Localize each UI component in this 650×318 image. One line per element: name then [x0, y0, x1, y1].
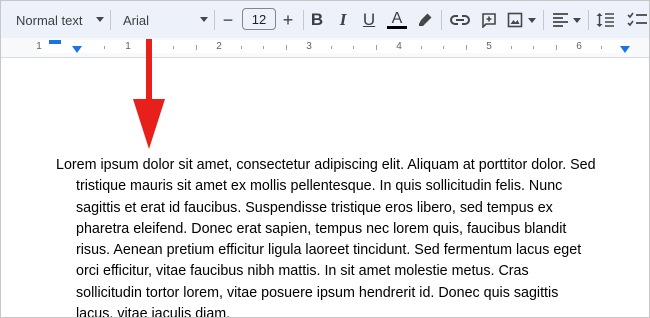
- chevron-down-icon: [96, 17, 104, 22]
- document-page[interactable]: Lorem ipsum dolor sit amet, consectetur …: [1, 58, 649, 318]
- horizontal-ruler: 1 1 2 3 4 5 6: [1, 38, 649, 58]
- chevron-down-icon: [200, 17, 208, 22]
- paragraph-style-value: Normal text: [16, 12, 83, 28]
- ruler-tick: [104, 46, 105, 49]
- ruler-tick: [173, 46, 174, 49]
- toolbar-divider: [303, 10, 304, 30]
- line-spacing-button[interactable]: [593, 7, 617, 33]
- paragraph-line: tristique mauris sit amet ex mollis pell…: [76, 178, 563, 195]
- toolbar-divider: [543, 10, 544, 30]
- paragraph-line: lacus, vitae iaculis diam.: [76, 306, 231, 318]
- insert-link-button[interactable]: [448, 7, 472, 33]
- ruler-tick: [331, 46, 332, 49]
- align-button[interactable]: [550, 7, 584, 33]
- ruler-tick: [241, 46, 242, 49]
- paragraph-line: risus. Aenean pretium efficitur ligula l…: [76, 242, 582, 259]
- docs-window: Normal text Arial − + B I U A: [0, 0, 650, 318]
- plus-icon: +: [282, 9, 294, 30]
- ruler-label: 3: [306, 41, 312, 52]
- toolbar-divider: [110, 10, 111, 30]
- text-color-icon: A: [391, 10, 403, 27]
- left-indent-marker[interactable]: [72, 46, 82, 53]
- ruler-tick: [353, 46, 354, 49]
- paragraph-line: Lorem ipsum dolor sit amet, consectetur …: [56, 157, 596, 173]
- hanging-indent-paragraph[interactable]: Lorem ipsum dolor sit amet, consectetur …: [56, 155, 631, 318]
- ruler-tick: [466, 45, 467, 50]
- right-indent-marker[interactable]: [620, 46, 630, 53]
- ruler-tick: [196, 45, 197, 50]
- ruler-label: 6: [576, 41, 582, 52]
- link-icon: [450, 15, 470, 25]
- formatting-toolbar: Normal text Arial − + B I U A: [1, 1, 649, 38]
- ruler-tick: [443, 46, 444, 49]
- paragraph-style-dropdown[interactable]: Normal text: [16, 7, 104, 33]
- toolbar-divider: [214, 10, 215, 30]
- first-line-indent-marker[interactable]: [49, 40, 61, 44]
- ruler-label: 1: [36, 41, 42, 52]
- ruler-label: 4: [396, 41, 402, 52]
- ruler-tick: [556, 45, 557, 50]
- toolbar-divider: [441, 10, 442, 30]
- insert-image-button[interactable]: [503, 7, 539, 33]
- minus-icon: −: [222, 9, 234, 30]
- italic-icon: I: [339, 10, 347, 29]
- line-spacing-icon: [596, 13, 614, 27]
- increase-font-size-button[interactable]: +: [276, 7, 300, 33]
- add-comment-icon: [482, 13, 496, 28]
- highlighter-icon: [419, 13, 432, 26]
- highlight-color-button[interactable]: [413, 7, 437, 33]
- paragraph-line: pharetra eleifend. Donec erat sapien, te…: [76, 220, 567, 237]
- ruler-tick: [511, 46, 512, 49]
- chevron-down-icon: [527, 17, 536, 23]
- ruler-tick: [601, 46, 602, 49]
- ruler-tick: [376, 45, 377, 50]
- ruler-label: 2: [216, 41, 222, 52]
- font-size-input[interactable]: [242, 8, 276, 30]
- paragraph-line: sollicitudin tortor lorem, vitae posuere…: [76, 284, 559, 301]
- ruler-tick: [263, 46, 264, 49]
- ruler-tick: [286, 45, 287, 50]
- decrease-font-size-button[interactable]: −: [216, 7, 240, 33]
- add-comment-button[interactable]: [477, 7, 501, 33]
- align-icon: [553, 13, 568, 27]
- text-color-button[interactable]: A: [385, 7, 409, 33]
- ruler-label: 5: [486, 41, 492, 52]
- font-family-dropdown[interactable]: Arial: [123, 7, 208, 33]
- italic-button[interactable]: I: [331, 7, 355, 33]
- paragraph-line: sagittis et erat id faucibus. Suspendiss…: [76, 199, 553, 216]
- underline-icon: U: [362, 10, 376, 29]
- font-family-value: Arial: [123, 12, 150, 28]
- checklist-button[interactable]: [625, 7, 649, 33]
- toolbar-divider: [588, 10, 589, 30]
- checklist-icon: [627, 12, 647, 27]
- underline-button[interactable]: U: [357, 7, 381, 33]
- insert-image-icon: [507, 12, 522, 28]
- text-color-bar: [387, 26, 407, 29]
- chevron-down-icon: [573, 17, 581, 23]
- bold-icon: B: [310, 10, 324, 29]
- annotation-arrow-icon: [133, 39, 165, 149]
- ruler-tick: [533, 46, 534, 49]
- bold-button[interactable]: B: [305, 7, 329, 33]
- paragraph-line: orci efficitur, vitae faucibus nibh matt…: [76, 263, 529, 280]
- ruler-tick: [421, 46, 422, 49]
